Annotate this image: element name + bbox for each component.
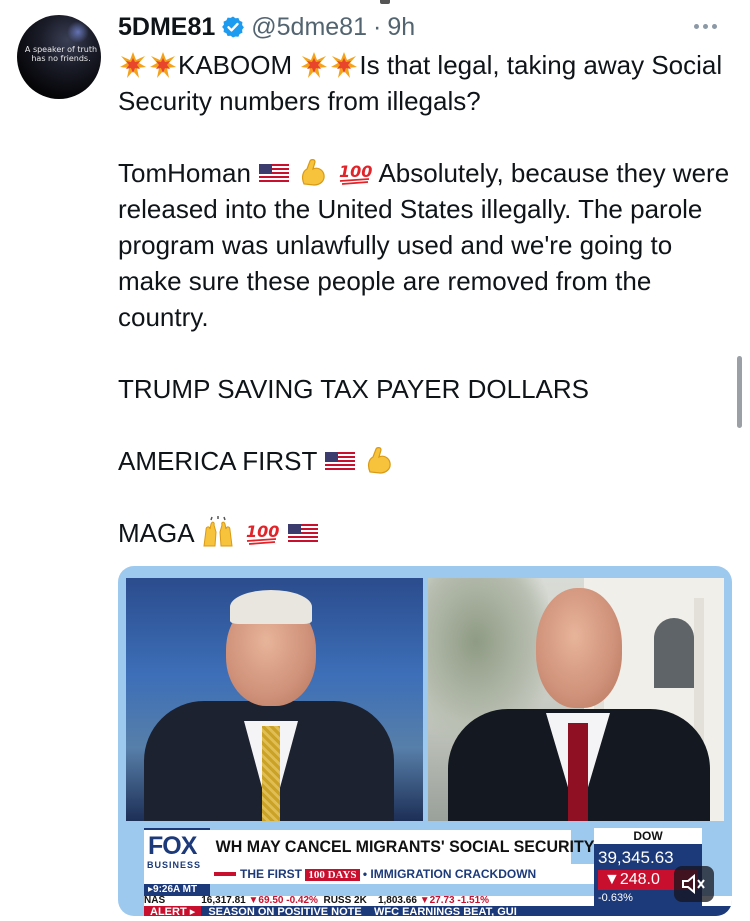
america-first-text: AMERICA FIRST: [118, 446, 317, 476]
author-handle[interactable]: @5dme81: [251, 13, 367, 42]
news-chyron: FOX BUSINESS WH MAY CANCEL MIGRANTS' SOC…: [118, 824, 732, 916]
flexed-biceps-emoji-icon: [302, 159, 326, 186]
collision-emoji-icon: [120, 52, 146, 78]
video-player[interactable]: FOX BUSINESS WH MAY CANCEL MIGRANTS' SOC…: [118, 566, 732, 916]
top-edge-mark: [380, 0, 390, 4]
right-guest-figure: [428, 578, 724, 821]
raising-hands-emoji-icon: [203, 516, 233, 547]
hundred-points-emoji-icon: 100: [246, 522, 279, 545]
tweet-line-5: MAGA 100: [118, 515, 738, 551]
left-anchor-figure: [126, 578, 423, 821]
chyron-headline: WH MAY CANCEL MIGRANTS' SOCIAL SECURITY …: [210, 830, 679, 864]
header-separator: ·: [373, 12, 382, 41]
tweet-header: 5DME81 @5dme81 · 9h: [118, 8, 415, 46]
us-flag-emoji-icon: [325, 452, 356, 472]
us-flag-emoji-icon: [259, 164, 290, 184]
avatar-glow: [67, 21, 89, 43]
avatar-caption: A speaker of truth has no friends.: [24, 45, 98, 63]
tweet-timestamp[interactable]: 9h: [387, 13, 415, 42]
collision-emoji-icon: [150, 52, 176, 78]
tweet-line-1: KABOOM Is that legal, taking away Social…: [118, 47, 738, 119]
tweet-line-3: TRUMP SAVING TAX PAYER DOLLARS: [118, 374, 590, 404]
chyron-subline: THE FIRST 100 DAYS • IMMIGRATION CRACKDO…: [210, 864, 594, 884]
video-left-panel: [126, 578, 423, 821]
100-days-badge: 100 DAYS: [305, 869, 360, 881]
collision-emoji-icon: [331, 52, 358, 78]
scrollbar[interactable]: [737, 356, 742, 428]
svg-text:100: 100: [246, 522, 279, 541]
tweet-text: KABOOM Is that legal, taking away Social…: [118, 47, 738, 551]
quote-speaker: TomHoman: [118, 158, 251, 188]
us-flag-emoji-icon: [287, 524, 318, 544]
tweet-line-2: TomHoman 100 Absolutely, because they we…: [118, 155, 738, 335]
kaboom-text: KABOOM: [178, 50, 293, 80]
verified-badge-icon: [222, 16, 245, 38]
tweet-line-4: AMERICA FIRST: [118, 443, 738, 479]
collision-emoji-icon: [301, 52, 328, 78]
video-right-panel: [428, 578, 724, 821]
author-name[interactable]: 5DME81: [118, 13, 215, 42]
mute-icon[interactable]: [674, 866, 714, 902]
flexed-biceps-emoji-icon: [368, 447, 392, 474]
avatar[interactable]: A speaker of truth has no friends.: [17, 15, 101, 99]
more-options-icon[interactable]: [694, 24, 717, 29]
hundred-points-emoji-icon: 100: [339, 162, 372, 185]
fox-business-logo: FOX BUSINESS: [144, 828, 210, 886]
svg-text:100: 100: [339, 162, 372, 181]
maga-text: MAGA: [118, 518, 194, 548]
